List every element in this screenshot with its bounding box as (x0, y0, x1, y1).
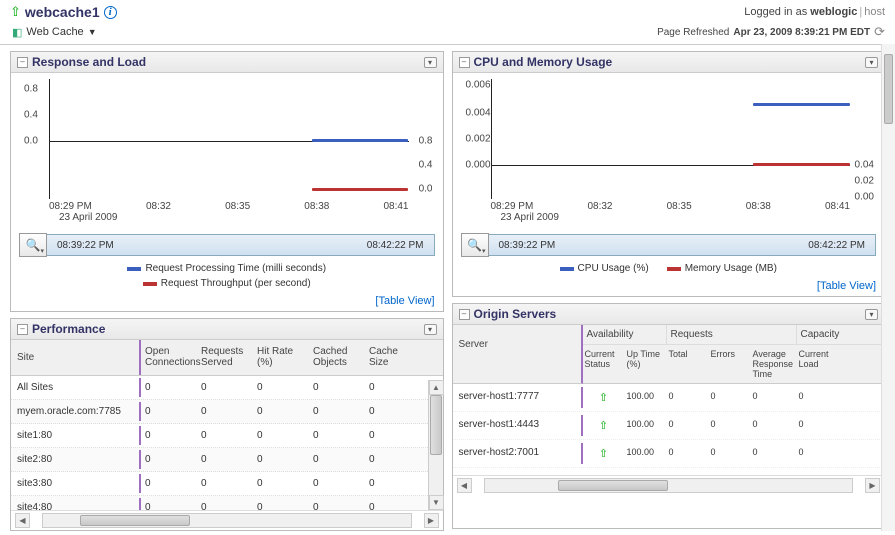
panel-title: Origin Servers (474, 307, 557, 321)
chart-cpu: 0.006 0.004 0.002 0.000 0.04 0.02 0.00 (491, 79, 851, 199)
horizontal-scrollbar[interactable]: ◀ ▶ (11, 510, 443, 530)
table-body: All Sites00000myem.oracle.com:778500000s… (11, 376, 443, 510)
page-scrollbar[interactable] (881, 44, 895, 531)
panel-menu-icon[interactable]: ▾ (424, 57, 437, 68)
breadcrumb[interactable]: ◧ Web Cache ▼ (10, 26, 97, 39)
collapse-icon[interactable]: – (459, 309, 470, 320)
collapse-icon[interactable]: – (459, 57, 470, 68)
table-body: server-host1:7777⇧100.000000server-host1… (453, 384, 885, 475)
status-up-icon: ⇧ (599, 420, 608, 432)
scroll-left-icon[interactable]: ◀ (15, 513, 30, 528)
table-row[interactable]: server-host1:4443⇧100.000000 (453, 412, 885, 440)
panel-origin-servers: – Origin Servers ▾ Server Availability R… (452, 303, 886, 529)
time-slider[interactable]: 🔍 08:39:22 PM 08:42:22 PM (461, 233, 877, 257)
scroll-down-icon[interactable]: ▼ (429, 495, 444, 510)
legend-item: Request Processing Time (milli seconds) (127, 263, 326, 274)
table-row[interactable]: site1:8000000 (11, 424, 428, 448)
table-row[interactable]: site2:8000000 (11, 448, 428, 472)
panel-title: Performance (32, 322, 105, 336)
chevron-down-icon: ▼ (88, 27, 97, 37)
panel-title: CPU and Memory Usage (474, 55, 613, 69)
panel-menu-icon[interactable]: ▾ (424, 324, 437, 335)
page-title: webcache1 (25, 4, 100, 20)
zoom-icon[interactable]: 🔍 (461, 233, 489, 257)
time-range[interactable]: 08:39:22 PM 08:42:22 PM (47, 234, 435, 256)
login-info: Logged in as weblogic|host (744, 6, 885, 18)
legend-item: CPU Usage (%) (560, 263, 649, 274)
vertical-scrollbar[interactable]: ▲ ▼ (428, 380, 443, 510)
table-row[interactable]: site4:8000000 (11, 496, 428, 510)
panel-menu-icon[interactable]: ▾ (865, 309, 878, 320)
collapse-icon[interactable]: – (17, 324, 28, 335)
legend-item: Memory Usage (MB) (667, 263, 777, 274)
table-row[interactable]: myem.oracle.com:778500000 (11, 400, 428, 424)
collapse-icon[interactable]: – (17, 57, 28, 68)
panel-response-load: – Response and Load ▾ 0.8 0.4 0.0 0.8 0.… (10, 51, 444, 312)
scroll-up-icon[interactable]: ▲ (429, 380, 444, 395)
horizontal-scrollbar[interactable]: ◀ ▶ (453, 475, 885, 495)
status-up-icon: ⇧ (599, 448, 608, 460)
status-up-icon: ⇧ (599, 392, 608, 404)
cache-icon: ◧ (12, 26, 22, 39)
series-processing-time (312, 139, 409, 142)
chart-response: 0.8 0.4 0.0 0.8 0.4 0.0 (49, 79, 409, 199)
refresh-icon[interactable]: ⟳ (874, 24, 885, 40)
table-row[interactable]: server-host1:7777⇧100.000000 (453, 384, 885, 412)
table-view-link[interactable]: [Table View] (817, 280, 876, 292)
table-row[interactable]: All Sites00000 (11, 376, 428, 400)
scroll-right-icon[interactable]: ▶ (424, 513, 439, 528)
panel-cpu-memory: – CPU and Memory Usage ▾ 0.006 0.004 0.0… (452, 51, 886, 297)
panel-menu-icon[interactable]: ▾ (865, 57, 878, 68)
panel-title: Response and Load (32, 55, 146, 69)
table-header: Site Open Connections Requests Served Hi… (11, 340, 443, 376)
scroll-left-icon[interactable]: ◀ (457, 478, 472, 493)
legend-item: Request Throughput (per second) (143, 278, 311, 289)
series-cpu (753, 103, 850, 106)
series-memory (753, 163, 850, 166)
zoom-icon[interactable]: 🔍 (19, 233, 47, 257)
scroll-right-icon[interactable]: ▶ (865, 478, 880, 493)
table-row[interactable]: site3:8000000 (11, 472, 428, 496)
time-slider[interactable]: 🔍 08:39:22 PM 08:42:22 PM (19, 233, 435, 257)
table-row[interactable]: server-host2:7001⇧100.000000 (453, 440, 885, 468)
table-header: Server Availability Requests Capacity Cu… (453, 325, 885, 384)
time-range[interactable]: 08:39:22 PM 08:42:22 PM (489, 234, 877, 256)
header: ⇧ webcache1 i Logged in as weblogic|host… (0, 0, 895, 45)
info-icon[interactable]: i (104, 6, 117, 19)
panel-performance: – Performance ▾ Site Open Connections Re… (10, 318, 444, 531)
refresh-info: Page Refreshed Apr 23, 2009 8:39:21 PM E… (657, 24, 885, 40)
series-throughput (312, 188, 409, 191)
table-view-link[interactable]: [Table View] (375, 295, 434, 307)
status-up-icon: ⇧ (10, 4, 21, 20)
